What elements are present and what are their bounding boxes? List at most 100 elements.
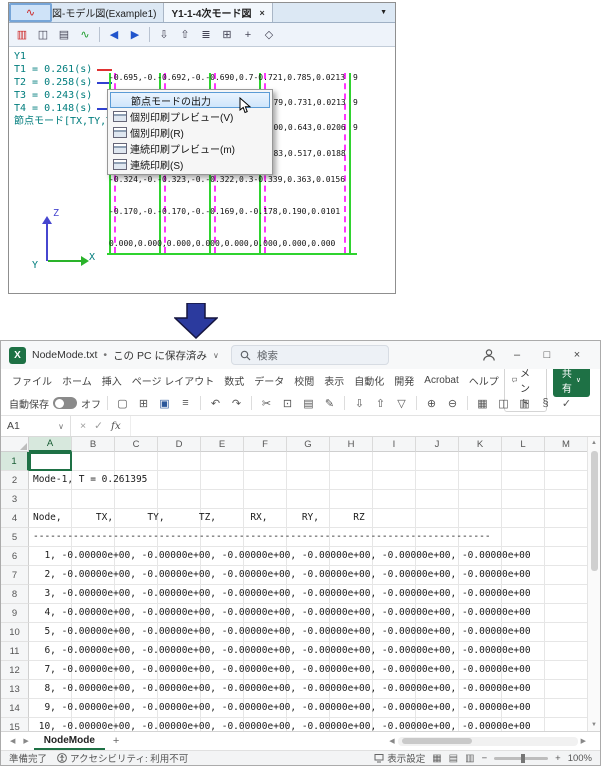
tab-formulas[interactable]: 数式 xyxy=(219,369,249,391)
new-file-icon[interactable]: ▢ xyxy=(114,395,131,412)
sheet-row[interactable] xyxy=(29,490,588,509)
save-status[interactable]: この PC に保存済み xyxy=(113,348,207,363)
sheet-row[interactable] xyxy=(29,452,588,471)
account-icon[interactable] xyxy=(476,348,502,362)
tab-developer[interactable]: 開発 xyxy=(389,369,419,391)
page-break-view-icon[interactable]: ▥ xyxy=(465,753,474,764)
close-tab-icon[interactable]: × xyxy=(259,8,264,18)
cancel-entry-icon[interactable]: × xyxy=(80,420,86,432)
sort-down-icon[interactable]: ⇩ xyxy=(154,25,174,45)
column-header-A[interactable]: A xyxy=(29,437,72,452)
column-header-C[interactable]: C xyxy=(115,437,158,452)
column-header-E[interactable]: E xyxy=(201,437,244,452)
zoom-slider-knob[interactable] xyxy=(521,754,525,763)
curve-view-icon[interactable]: ∿ xyxy=(75,25,95,45)
tab-list-caret-icon[interactable]: ▼ xyxy=(372,9,395,16)
sheet-row[interactable]: 4, -0.00000e+00, -0.00000e+00, -0.00000e… xyxy=(29,604,588,623)
scroll-down-icon[interactable]: ▼ xyxy=(591,719,597,731)
row-header[interactable]: 13 xyxy=(1,680,29,699)
menu-item-node-mode-output[interactable]: 節点モードの出力 xyxy=(110,92,270,108)
paste-icon[interactable]: ▤ xyxy=(300,395,317,412)
open-icon[interactable]: ⊞ xyxy=(135,395,152,412)
add-sheet-icon[interactable]: + xyxy=(107,735,125,747)
scrollbar-thumb[interactable] xyxy=(591,451,598,571)
column-header-H[interactable]: H xyxy=(330,437,373,452)
sort-up-icon[interactable]: ⇧ xyxy=(175,25,195,45)
sheet-row[interactable]: 2, -0.00000e+00, -0.00000e+00, -0.00000e… xyxy=(29,566,588,585)
row-header[interactable]: 15 xyxy=(1,718,29,731)
symbol-icon[interactable]: § xyxy=(537,395,554,412)
menu-item-continuous-preview[interactable]: 連続印刷プレビュー(m) xyxy=(110,140,270,156)
tab-file[interactable]: ファイル xyxy=(7,369,57,391)
column-header-M[interactable]: M xyxy=(545,437,588,452)
row-header[interactable]: 5 xyxy=(1,528,29,547)
tab-data[interactable]: データ xyxy=(249,369,289,391)
zoom-level[interactable]: 100% xyxy=(568,753,592,764)
close-button[interactable]: × xyxy=(562,342,592,369)
vertical-scrollbar[interactable]: ▲ ▼ xyxy=(587,437,600,731)
sheet-nav-next-icon[interactable]: ▶ xyxy=(20,737,31,745)
scroll-up-icon[interactable]: ▲ xyxy=(591,437,597,449)
accessibility-status[interactable]: アクセシビリティ: 利用不可 xyxy=(57,751,188,765)
sheet-nav-prev-icon[interactable]: ◀ xyxy=(7,737,18,745)
sheet-row[interactable]: 7, -0.00000e+00, -0.00000e+00, -0.00000e… xyxy=(29,661,588,680)
display-split-icon[interactable]: ◫ xyxy=(33,25,53,45)
autosave-toggle[interactable] xyxy=(53,397,77,409)
zoom-in-button[interactable]: + xyxy=(555,753,561,764)
tab-view[interactable]: 表示 xyxy=(319,369,349,391)
page-layout-view-icon[interactable]: ▤ xyxy=(449,753,458,764)
column-header-G[interactable]: G xyxy=(287,437,330,452)
formula-input[interactable] xyxy=(130,416,600,436)
save-status-caret-icon[interactable]: ∨ xyxy=(213,351,219,360)
column-header-L[interactable]: L xyxy=(502,437,545,452)
table-icon[interactable]: ▦ xyxy=(474,395,491,412)
zoom-out-icon[interactable]: ⊖ xyxy=(444,395,461,412)
tab-insert[interactable]: 挿入 xyxy=(97,369,127,391)
display-red-icon[interactable]: ▥ xyxy=(12,25,32,45)
tab-mode-view[interactable]: Y1-1-4次モード図 × xyxy=(164,3,272,22)
freeze-panes-icon[interactable]: ▥ xyxy=(516,395,533,412)
row-header[interactable]: 2 xyxy=(1,471,29,490)
add-view-icon[interactable]: + xyxy=(238,25,258,45)
row-header[interactable]: 10 xyxy=(1,623,29,642)
sort-asc-icon[interactable]: ⇩ xyxy=(351,395,368,412)
insert-function-icon[interactable]: fx xyxy=(111,420,121,432)
confirm-entry-icon[interactable]: ✓ xyxy=(94,420,103,432)
node-list-icon[interactable]: ≣ xyxy=(196,25,216,45)
check-icon[interactable]: ✓ xyxy=(558,395,575,412)
tab-automate[interactable]: 自動化 xyxy=(349,369,389,391)
column-header-D[interactable]: D xyxy=(158,437,201,452)
tab-home[interactable]: ホーム xyxy=(57,369,97,391)
cell-grid[interactable]: Mode-1, T = 0.261395 Node, TX, TY, TZ, R… xyxy=(29,452,588,731)
scroll-right-icon[interactable]: ▶ xyxy=(581,737,586,745)
row-header[interactable]: 3 xyxy=(1,490,29,509)
prev-view-icon[interactable]: ◀ xyxy=(104,25,124,45)
row-header[interactable]: 8 xyxy=(1,585,29,604)
column-header-I[interactable]: I xyxy=(373,437,416,452)
excel-app-icon[interactable]: X xyxy=(9,347,26,364)
scroll-left-icon[interactable]: ◀ xyxy=(389,737,394,745)
minimize-button[interactable]: – xyxy=(502,342,532,369)
tab-page-layout[interactable]: ページ レイアウト xyxy=(127,369,220,391)
column-header-B[interactable]: B xyxy=(72,437,115,452)
sheet-row[interactable]: 10, -0.00000e+00, -0.00000e+00, -0.00000… xyxy=(29,718,588,731)
normal-view-icon[interactable]: ▦ xyxy=(432,753,441,764)
hscroll-thumb[interactable] xyxy=(402,738,472,744)
row-header[interactable]: 7 xyxy=(1,566,29,585)
tab-acrobat[interactable]: Acrobat xyxy=(419,369,463,391)
row-header[interactable]: 9 xyxy=(1,604,29,623)
list-view-icon[interactable]: ▤ xyxy=(54,25,74,45)
select-all-corner[interactable] xyxy=(1,437,29,452)
hscroll-track[interactable] xyxy=(398,737,578,746)
menu-item-print[interactable]: 個別印刷(R) xyxy=(110,124,270,140)
zoom-slider[interactable] xyxy=(494,757,548,760)
zoom-in-icon[interactable]: ⊕ xyxy=(423,395,440,412)
shape-view-icon[interactable]: ◇ xyxy=(259,25,279,45)
next-view-icon[interactable]: ▶ xyxy=(125,25,145,45)
name-box-caret-icon[interactable]: ∨ xyxy=(58,422,64,431)
sheet-row[interactable]: 6, -0.00000e+00, -0.00000e+00, -0.00000e… xyxy=(29,642,588,661)
row-header[interactable]: 1 xyxy=(1,452,29,471)
zoom-out-button[interactable]: − xyxy=(482,753,488,764)
sheet-row[interactable]: 3, -0.00000e+00, -0.00000e+00, -0.00000e… xyxy=(29,585,588,604)
sheet-row[interactable]: 9, -0.00000e+00, -0.00000e+00, -0.00000e… xyxy=(29,699,588,718)
